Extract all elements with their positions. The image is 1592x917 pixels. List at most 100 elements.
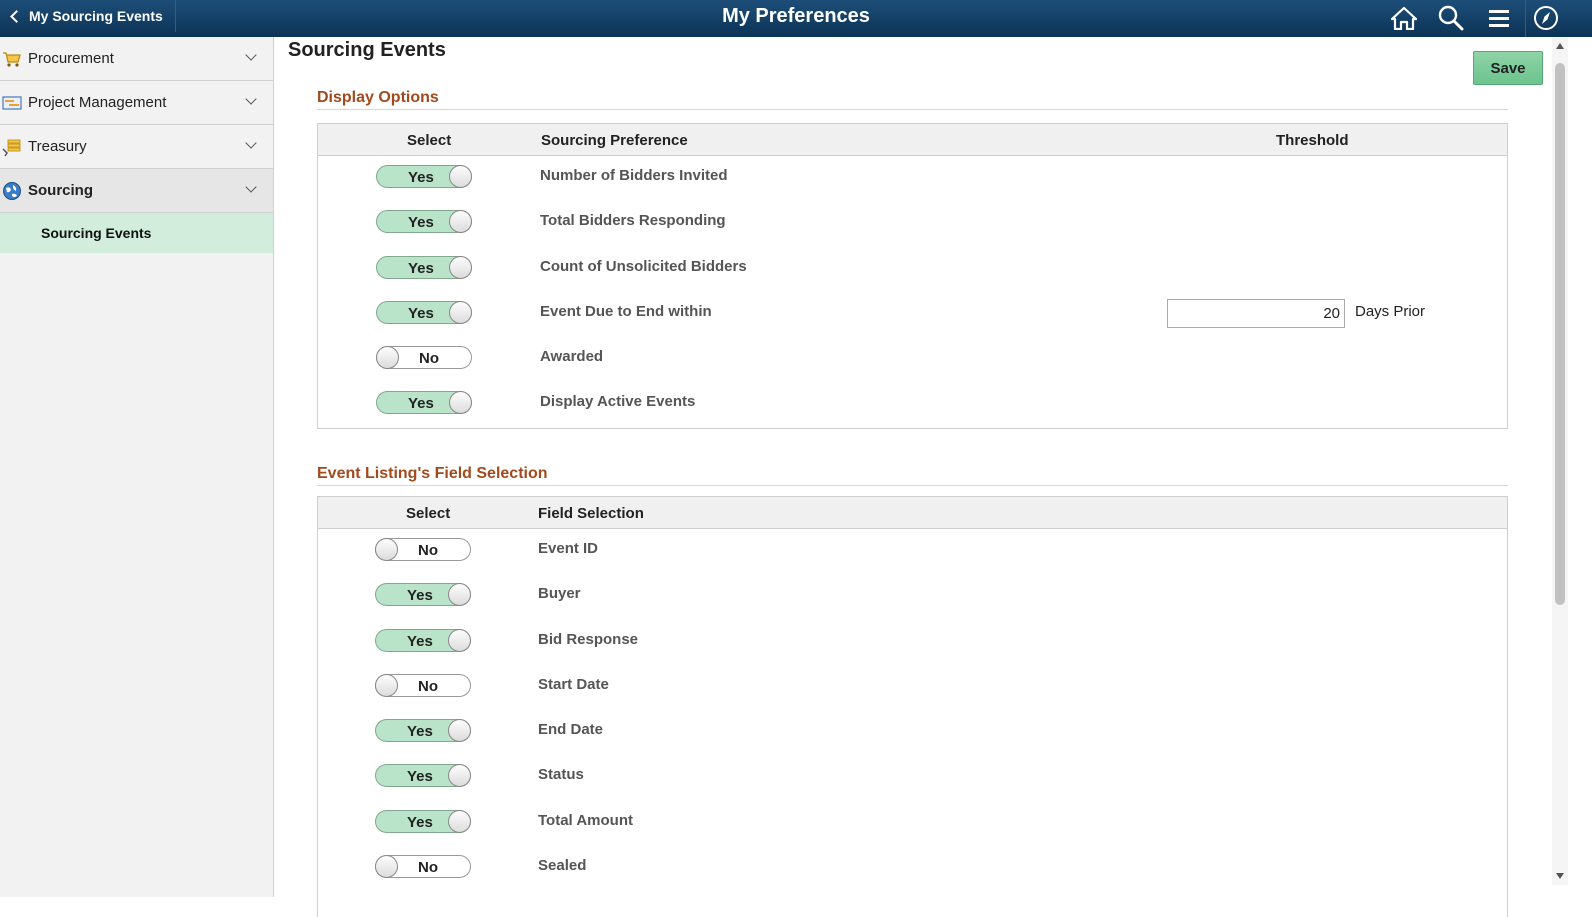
- sidebar-item-sourcing[interactable]: Sourcing: [0, 169, 273, 213]
- row-label: End Date: [538, 721, 604, 739]
- scrollbar-thumb[interactable]: [1555, 63, 1565, 605]
- toggle-label: No: [418, 542, 438, 559]
- row-label: Awarded: [540, 348, 604, 366]
- grid-header: Select Field Selection: [318, 497, 1507, 529]
- row-label: Bid Response: [538, 630, 639, 648]
- table-row: Yes Count of Unsolicited Bidders: [318, 247, 1507, 292]
- navbar-compass-icon[interactable]: [1532, 4, 1560, 32]
- column-header-threshold: Threshold: [1276, 132, 1349, 149]
- toggle-label: No: [418, 859, 438, 877]
- scroll-up-arrow-icon[interactable]: [1556, 43, 1564, 49]
- menu-icon[interactable]: [1485, 4, 1513, 32]
- row-label: Status: [538, 766, 584, 784]
- table-row: Yes Event Due to End within Days Prior: [318, 292, 1507, 337]
- home-icon[interactable]: [1390, 4, 1418, 32]
- toggle-knob[interactable]: [448, 628, 471, 652]
- search-icon[interactable]: [1437, 4, 1465, 32]
- toggle-label: Yes: [408, 259, 434, 277]
- select-toggle[interactable]: Yes: [376, 391, 472, 415]
- select-toggle[interactable]: Yes: [375, 628, 471, 652]
- threshold-input[interactable]: [1167, 298, 1345, 328]
- cart-icon: [2, 49, 22, 69]
- toggle-knob[interactable]: [449, 210, 472, 234]
- sidebar-item-treasury[interactable]: Treasury: [0, 125, 273, 169]
- section-title: Sourcing Events: [288, 39, 446, 61]
- toggle-label: Yes: [408, 214, 434, 232]
- toggle-knob[interactable]: [448, 719, 471, 743]
- page-title: My Preferences: [722, 5, 870, 27]
- sidebar-item-procurement[interactable]: Procurement: [0, 37, 273, 81]
- chevron-down-icon[interactable]: [245, 93, 257, 105]
- toggle-knob[interactable]: [448, 764, 471, 788]
- sidebar-item-label: Procurement: [28, 50, 114, 67]
- back-button[interactable]: My Sourcing Events: [0, 0, 176, 32]
- toggle-knob[interactable]: [375, 855, 398, 879]
- chevron-down-icon[interactable]: [245, 137, 257, 149]
- sidebar: Procurement Project Management Treasury …: [0, 37, 274, 897]
- chevron-down-icon[interactable]: [245, 49, 257, 61]
- select-toggle[interactable]: Yes: [376, 255, 472, 279]
- select-toggle[interactable]: Yes: [376, 165, 472, 188]
- toggle-label: Yes: [407, 723, 433, 741]
- select-toggle[interactable]: No: [375, 855, 471, 879]
- toggle-label: No: [419, 350, 439, 368]
- toggle-label: Yes: [407, 813, 433, 831]
- field-selection-grid: Select Field Selection No Event ID Yes Buye…: [317, 496, 1508, 917]
- sidebar-subitem-sourcing-events[interactable]: Sourcing Events: [0, 213, 273, 253]
- toggle-knob[interactable]: [449, 165, 472, 188]
- scroll-down-arrow-icon[interactable]: [1556, 873, 1564, 879]
- table-row: Yes Total Bidders Responding: [318, 201, 1507, 246]
- top-banner: My Sourcing Events My Preferences: [0, 0, 1592, 37]
- table-row: No Sealed: [318, 846, 1507, 891]
- toggle-knob[interactable]: [376, 346, 399, 370]
- select-toggle[interactable]: No: [376, 346, 472, 370]
- toggle-knob[interactable]: [449, 255, 472, 279]
- toggle-label: Yes: [407, 632, 433, 650]
- toggle-knob[interactable]: [449, 391, 472, 415]
- table-row: Yes Status: [318, 755, 1507, 800]
- field-selection-rows: No Event ID Yes Buyer Yes Bid Response No Start…: [318, 529, 1507, 891]
- toggle-knob[interactable]: [449, 300, 472, 324]
- row-label: Total Bidders Responding: [540, 212, 726, 230]
- select-toggle[interactable]: Yes: [375, 809, 471, 833]
- sidebar-item-project-management[interactable]: Project Management: [0, 81, 273, 125]
- save-button[interactable]: Save: [1473, 51, 1543, 85]
- select-toggle[interactable]: No: [375, 673, 471, 697]
- display-options-rows: Yes Number of Bidders Invited Yes Total Bid…: [318, 156, 1507, 428]
- table-row: No Awarded: [318, 337, 1507, 382]
- back-button-label: My Sourcing Events: [29, 8, 163, 24]
- select-toggle[interactable]: Yes: [375, 583, 471, 607]
- display-options-title: Display Options: [317, 89, 1508, 110]
- row-label: Total Amount: [538, 811, 633, 829]
- row-label: Buyer: [538, 585, 581, 603]
- treasury-icon: [2, 137, 22, 157]
- toggle-knob[interactable]: [448, 583, 471, 607]
- row-label: Event Due to End within: [540, 302, 712, 320]
- sidebar-item-label: Project Management: [28, 94, 167, 111]
- column-header-select: Select: [406, 505, 451, 522]
- select-toggle[interactable]: Yes: [376, 210, 472, 234]
- table-row: Yes Total Amount: [318, 801, 1507, 846]
- header-divider: [1525, 0, 1526, 37]
- toggle-knob[interactable]: [375, 673, 398, 697]
- display-options-grid: Select Sourcing Preference Threshold Yes…: [317, 123, 1508, 429]
- table-row: Yes Display Active Events: [318, 382, 1507, 427]
- row-label: Count of Unsolicited Bidders: [540, 257, 747, 275]
- toggle-label: Yes: [407, 587, 433, 605]
- chevron-down-icon[interactable]: [245, 181, 257, 193]
- table-row: Yes Buyer: [318, 574, 1507, 619]
- table-row: Yes Number of Bidders Invited: [318, 156, 1507, 201]
- chevron-left-icon: [10, 9, 23, 23]
- table-row: No Event ID: [318, 529, 1507, 574]
- field-selection-title: Event Listing's Field Selection: [317, 465, 1508, 486]
- vertical-scrollbar[interactable]: [1552, 37, 1568, 885]
- row-label: Display Active Events: [540, 393, 696, 411]
- select-toggle[interactable]: Yes: [376, 300, 472, 324]
- toggle-knob[interactable]: [375, 538, 398, 561]
- toggle-knob[interactable]: [448, 809, 471, 833]
- row-label: Number of Bidders Invited: [540, 167, 728, 184]
- select-toggle[interactable]: Yes: [375, 719, 471, 743]
- select-toggle[interactable]: Yes: [375, 764, 471, 788]
- select-toggle[interactable]: No: [375, 538, 471, 561]
- table-row: Yes End Date: [318, 710, 1507, 755]
